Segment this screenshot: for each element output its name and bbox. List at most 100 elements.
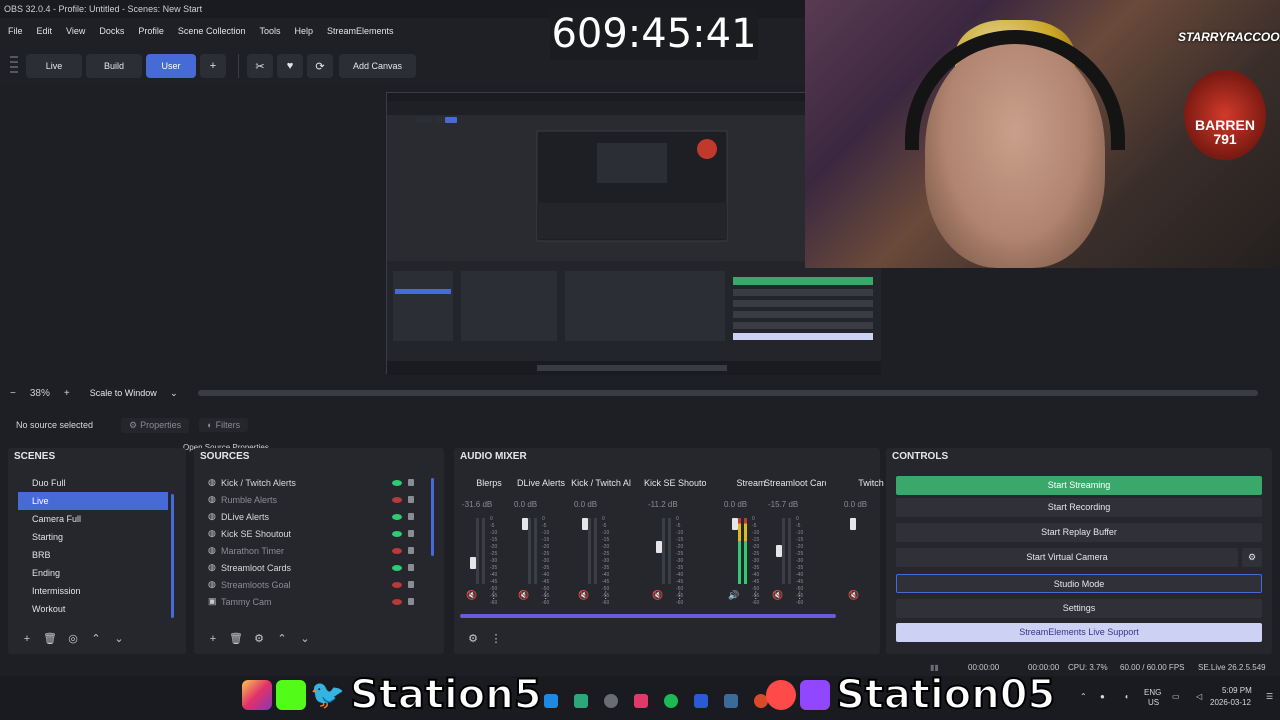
- studio-mode-button[interactable]: Studio Mode: [896, 574, 1262, 593]
- volume-fader[interactable]: [522, 518, 528, 530]
- scenes-scrollbar[interactable]: [171, 494, 174, 618]
- eye-icon[interactable]: [392, 530, 402, 537]
- lock-icon[interactable]: [408, 513, 414, 520]
- add-scene-icon[interactable]: +: [18, 630, 36, 648]
- lock-icon[interactable]: [408, 564, 414, 571]
- virtual-camera-gear-icon[interactable]: ⚙: [1242, 548, 1262, 567]
- mixer-scrollbar[interactable]: [460, 614, 836, 618]
- lock-icon[interactable]: [408, 547, 414, 554]
- scene-item-starting[interactable]: Starting: [18, 528, 168, 546]
- lock-icon[interactable]: [408, 598, 414, 605]
- source-item[interactable]: ◍ Streamloot Cards: [194, 559, 414, 576]
- source-item[interactable]: ◍ DLive Alerts: [194, 508, 414, 525]
- eye-icon[interactable]: [392, 564, 402, 571]
- source-item[interactable]: ▣ Tammy Cam: [194, 593, 414, 610]
- eye-closed-icon[interactable]: [392, 581, 402, 588]
- scene-filter-icon[interactable]: ◎: [64, 630, 82, 648]
- scissors-icon[interactable]: ✂: [247, 54, 273, 78]
- gear-icon[interactable]: ⚙: [464, 630, 482, 648]
- menu-dots-icon[interactable]: ⋮: [751, 590, 760, 601]
- source-item[interactable]: ◍ Rumble Alerts: [194, 491, 414, 508]
- scene-item-duo-full[interactable]: Duo Full: [18, 474, 168, 492]
- canvas-user-button[interactable]: User: [146, 54, 196, 78]
- menu-scene-collection[interactable]: Scene Collection: [178, 26, 246, 36]
- scale-mode-select[interactable]: Scale to Window ⌄: [84, 386, 184, 401]
- volume-fader[interactable]: [732, 518, 738, 530]
- source-item[interactable]: ◍ Kick SE Shoutout: [194, 525, 414, 542]
- canvas-live-button[interactable]: Live: [26, 54, 82, 78]
- move-down-icon[interactable]: ⌄: [110, 630, 128, 648]
- network-icon[interactable]: ▭: [1172, 692, 1180, 701]
- muted-speaker-icon[interactable]: 🔇: [578, 590, 589, 601]
- lock-icon[interactable]: [408, 530, 414, 537]
- trash-icon[interactable]: 🗑: [227, 630, 245, 648]
- menu-help[interactable]: Help: [294, 26, 313, 36]
- volume-icon[interactable]: ◁: [1196, 692, 1202, 701]
- mic-icon[interactable]: ◖: [1124, 692, 1129, 701]
- menu-dots-icon[interactable]: ⋮: [601, 590, 610, 601]
- menu-dots-icon[interactable]: ⋮: [541, 590, 550, 601]
- clock-date[interactable]: 2026-03-12: [1210, 698, 1251, 707]
- trash-icon[interactable]: 🗑: [41, 630, 59, 648]
- lock-icon[interactable]: [408, 479, 414, 486]
- scene-item-intermission[interactable]: Intermission: [18, 582, 168, 600]
- zoom-in-button[interactable]: +: [64, 388, 70, 399]
- menu-streamelements[interactable]: StreamElements: [327, 26, 394, 36]
- canvas-build-button[interactable]: Build: [86, 54, 142, 78]
- lock-icon[interactable]: [408, 581, 414, 588]
- notification-icon[interactable]: ☰: [1266, 692, 1273, 701]
- move-up-icon[interactable]: ⌃: [87, 630, 105, 648]
- source-item[interactable]: ◍ Marathon Timer: [194, 542, 414, 559]
- menu-dots-icon[interactable]: ⋮: [675, 590, 684, 601]
- menu-file[interactable]: File: [8, 26, 23, 36]
- lock-icon[interactable]: [408, 496, 414, 503]
- speaker-icon[interactable]: 🔊: [728, 590, 739, 601]
- start-streaming-button[interactable]: Start Streaming: [896, 476, 1262, 495]
- start-recording-button[interactable]: Start Recording: [896, 498, 1262, 517]
- volume-fader[interactable]: [776, 545, 782, 557]
- menu-docks[interactable]: Docks: [99, 26, 124, 36]
- menu-dots-icon[interactable]: ⋮: [795, 590, 804, 601]
- eye-icon[interactable]: [392, 513, 402, 520]
- volume-fader[interactable]: [582, 518, 588, 530]
- zoom-out-button[interactable]: −: [10, 388, 16, 399]
- muted-speaker-icon[interactable]: 🔇: [518, 590, 529, 601]
- refresh-icon[interactable]: ⟳: [307, 54, 333, 78]
- menu-profile[interactable]: Profile: [138, 26, 164, 36]
- settings-button[interactable]: Settings: [896, 599, 1262, 618]
- add-canvas-tab-button[interactable]: +: [200, 54, 226, 78]
- menu-view[interactable]: View: [66, 26, 85, 36]
- scene-item-live[interactable]: Live: [18, 492, 168, 510]
- source-item[interactable]: ◍ Streamloots Goal: [194, 576, 414, 593]
- tray-icon[interactable]: ●: [1100, 692, 1105, 701]
- filters-button[interactable]: ◐ Filters: [199, 418, 249, 432]
- scene-item-camera-full[interactable]: Camera Full: [18, 510, 168, 528]
- chevron-up-icon[interactable]: ⌃: [1080, 692, 1087, 701]
- start-replay-buffer-button[interactable]: Start Replay Buffer: [896, 523, 1262, 542]
- muted-speaker-icon[interactable]: 🔇: [652, 590, 663, 601]
- menu-dots-icon[interactable]: ⋮: [487, 630, 505, 648]
- sources-scrollbar[interactable]: [431, 478, 434, 556]
- move-down-icon[interactable]: ⌄: [296, 630, 314, 648]
- eye-icon[interactable]: [392, 479, 402, 486]
- scene-item-brb[interactable]: BRB: [18, 546, 168, 564]
- toolbar-grip[interactable]: [10, 56, 18, 76]
- preview-horizontal-scrollbar[interactable]: [197, 390, 1258, 396]
- scene-item-workout[interactable]: Workout: [18, 600, 168, 618]
- volume-fader[interactable]: [470, 557, 476, 569]
- muted-speaker-icon[interactable]: 🔇: [772, 590, 783, 601]
- source-item[interactable]: ◍ Kick / Twitch Alerts: [194, 474, 414, 491]
- menu-edit[interactable]: Edit: [37, 26, 53, 36]
- scene-item-ending[interactable]: Ending: [18, 564, 168, 582]
- volume-fader[interactable]: [850, 518, 856, 530]
- add-canvas-button[interactable]: Add Canvas: [339, 54, 417, 78]
- properties-button[interactable]: ⚙ Properties: [121, 417, 190, 433]
- gear-icon[interactable]: ⚙: [250, 630, 268, 648]
- heart-icon[interactable]: ♥: [277, 54, 303, 78]
- eye-closed-icon[interactable]: [392, 547, 402, 554]
- language-2[interactable]: US: [1148, 698, 1159, 707]
- streamelements-support-button[interactable]: StreamElements Live Support: [896, 623, 1262, 642]
- start-virtual-camera-button[interactable]: Start Virtual Camera: [896, 548, 1238, 567]
- muted-speaker-icon[interactable]: 🔇: [848, 590, 859, 601]
- add-source-icon[interactable]: +: [204, 630, 222, 648]
